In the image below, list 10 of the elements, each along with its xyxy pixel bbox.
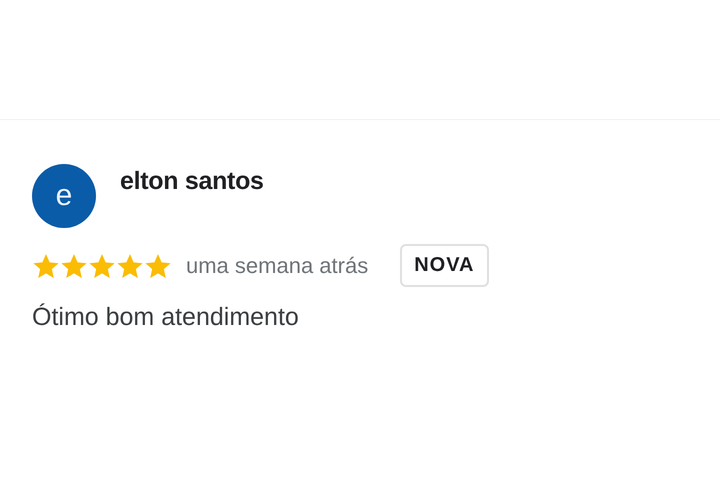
star-icon	[116, 252, 144, 280]
star-icon	[60, 252, 88, 280]
review-text: Ótimo bom atendimento	[32, 303, 300, 332]
star-icon	[32, 252, 60, 280]
review-time: uma semana atrás	[186, 252, 368, 278]
author-name: elton santos	[120, 167, 264, 196]
star-icon	[88, 252, 116, 280]
avatar: e	[32, 164, 96, 228]
star-icon	[144, 252, 172, 280]
new-label: NOVA	[400, 244, 489, 287]
